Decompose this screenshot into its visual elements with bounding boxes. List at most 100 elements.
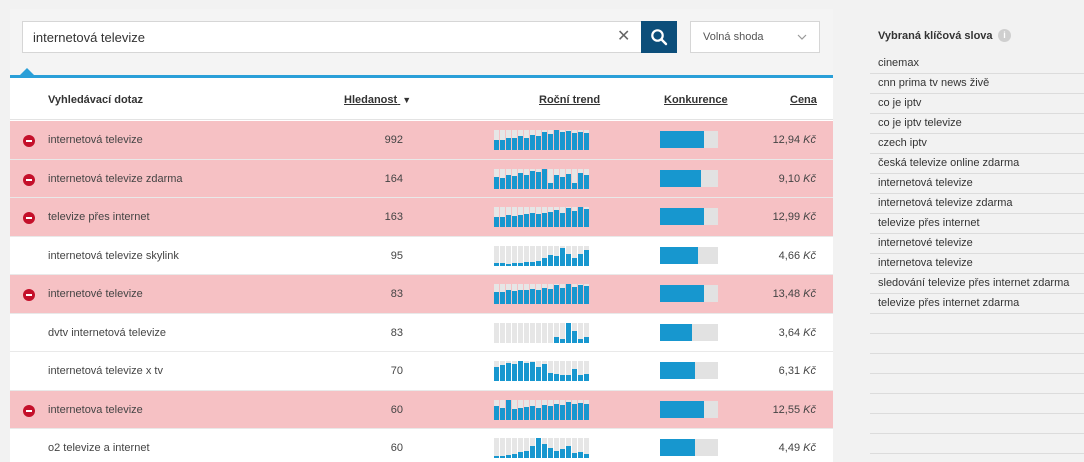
table-row[interactable]: dvtv internetová televize 83 3,64 Kč xyxy=(10,314,833,352)
table-row[interactable]: o2 televize a internet 60 4,49 Kč xyxy=(10,429,833,462)
table-row[interactable]: internetová televize 992 12,94 Kč xyxy=(10,121,833,160)
trend-bar-bg xyxy=(542,322,547,343)
row-price-value: 12,99 xyxy=(772,211,801,223)
table-row[interactable]: internetova televize 60 12,55 Kč xyxy=(10,390,833,429)
keyword-item[interactable]: sledování televize přes internet zdarma xyxy=(870,274,1084,294)
keyword-item xyxy=(870,434,1084,454)
row-search-volume: 164 xyxy=(384,172,403,185)
competition-fill xyxy=(660,400,704,418)
trend-bar xyxy=(512,291,517,304)
trend-bar xyxy=(566,322,571,343)
competition-fill xyxy=(660,285,704,302)
remove-icon[interactable] xyxy=(23,289,35,301)
column-trend[interactable]: Roční trend xyxy=(539,94,600,106)
keyword-item xyxy=(870,334,1084,354)
row-search-volume: 60 xyxy=(390,442,403,454)
trend-bar xyxy=(500,407,505,420)
trend-bar xyxy=(578,338,583,343)
trend-bar xyxy=(560,375,565,381)
trend-bar xyxy=(554,174,559,189)
trend-bar xyxy=(530,405,535,420)
close-icon[interactable]: ✕ xyxy=(617,29,630,45)
table-row[interactable]: internetová televize skylink 95 4,66 Kč xyxy=(10,237,833,275)
trend-bar xyxy=(554,255,559,266)
row-trend-chart xyxy=(494,438,589,458)
trend-bar xyxy=(518,361,523,381)
trend-bar xyxy=(530,446,535,458)
remove-icon[interactable] xyxy=(23,135,35,147)
info-icon[interactable]: i xyxy=(998,29,1011,42)
row-price-currency: Kč xyxy=(803,442,816,454)
trend-bar xyxy=(494,176,499,189)
trend-bar xyxy=(518,262,523,266)
match-type-select[interactable]: Volná shoda xyxy=(690,21,820,53)
trend-bar xyxy=(548,182,553,189)
remove-icon[interactable] xyxy=(23,212,35,224)
trend-bar xyxy=(578,452,583,458)
trend-bar xyxy=(572,287,577,304)
row-query: televize přes internet xyxy=(48,211,150,223)
row-trend-chart xyxy=(494,284,589,304)
trend-bar xyxy=(536,407,541,420)
trend-bar xyxy=(578,253,583,266)
trend-bar xyxy=(506,290,511,304)
table-row[interactable]: internetová televize zdarma 164 9,10 Kč xyxy=(10,159,833,198)
trend-bar xyxy=(548,134,553,150)
trend-bar xyxy=(572,257,577,266)
row-price-value: 12,55 xyxy=(772,403,801,416)
trend-bar xyxy=(572,330,577,343)
search-button[interactable] xyxy=(641,21,677,53)
trend-bar xyxy=(536,438,541,458)
keyword-item[interactable]: televize přes internet xyxy=(870,214,1084,234)
keyword-item[interactable]: cnn prima tv news živě xyxy=(870,74,1084,94)
trend-bar xyxy=(542,404,547,420)
remove-icon[interactable] xyxy=(23,173,35,186)
column-search-volume[interactable]: Hledanost ▼ xyxy=(344,94,411,106)
trend-bar xyxy=(512,408,517,420)
row-trend-chart xyxy=(494,168,589,189)
trend-bar xyxy=(572,453,577,458)
trend-bar xyxy=(530,135,535,150)
row-price: 12,94 Kč xyxy=(720,134,816,146)
trend-bar xyxy=(560,338,565,343)
trend-bar xyxy=(554,336,559,343)
column-competition[interactable]: Konkurence xyxy=(664,94,728,106)
row-trend-chart xyxy=(494,322,589,343)
keyword-item[interactable]: czech iptv xyxy=(870,134,1084,154)
keyword-item[interactable]: internetová televize zdarma xyxy=(870,194,1084,214)
trend-bar xyxy=(566,284,571,304)
competition-fill xyxy=(660,246,698,264)
keyword-item[interactable]: co je iptv televize xyxy=(870,114,1084,134)
remove-icon[interactable] xyxy=(23,404,35,417)
search-input[interactable] xyxy=(22,21,646,53)
trend-bar xyxy=(530,261,535,266)
keyword-item[interactable]: internetová televize xyxy=(870,174,1084,194)
trend-bar xyxy=(584,133,589,150)
trend-bar xyxy=(536,136,541,150)
trend-bar xyxy=(542,132,547,150)
trend-bar xyxy=(548,289,553,304)
trend-bar xyxy=(530,213,535,227)
trend-bar xyxy=(554,130,559,150)
row-trend-chart xyxy=(494,130,589,150)
keyword-item[interactable]: internetové televize xyxy=(870,234,1084,254)
keyword-item[interactable]: česká televize online zdarma xyxy=(870,154,1084,174)
keyword-item[interactable]: televize přes internet zdarma xyxy=(870,294,1084,314)
trend-bar xyxy=(518,136,523,150)
trend-bar xyxy=(530,362,535,381)
row-price-currency: Kč xyxy=(803,326,816,339)
table-row[interactable]: internetová televize x tv 70 6,31 Kč xyxy=(10,352,833,391)
trend-bar xyxy=(572,403,577,420)
keyword-item[interactable]: internetova televize xyxy=(870,254,1084,274)
keyword-item[interactable]: cinemax xyxy=(870,54,1084,74)
trend-bar-bg xyxy=(548,322,553,343)
row-query: internetová televize skylink xyxy=(48,249,179,262)
row-price: 12,55 Kč xyxy=(720,404,816,416)
column-price[interactable]: Cena xyxy=(790,94,817,106)
keyword-item[interactable]: co je iptv xyxy=(870,94,1084,114)
row-price-currency: Kč xyxy=(803,211,816,223)
table-row[interactable]: internetové televize 83 13,48 Kč xyxy=(10,275,833,314)
competition-fill xyxy=(660,208,704,225)
table-row[interactable]: televize přes internet 163 12,99 Kč xyxy=(10,198,833,237)
competition-fill xyxy=(660,131,704,148)
